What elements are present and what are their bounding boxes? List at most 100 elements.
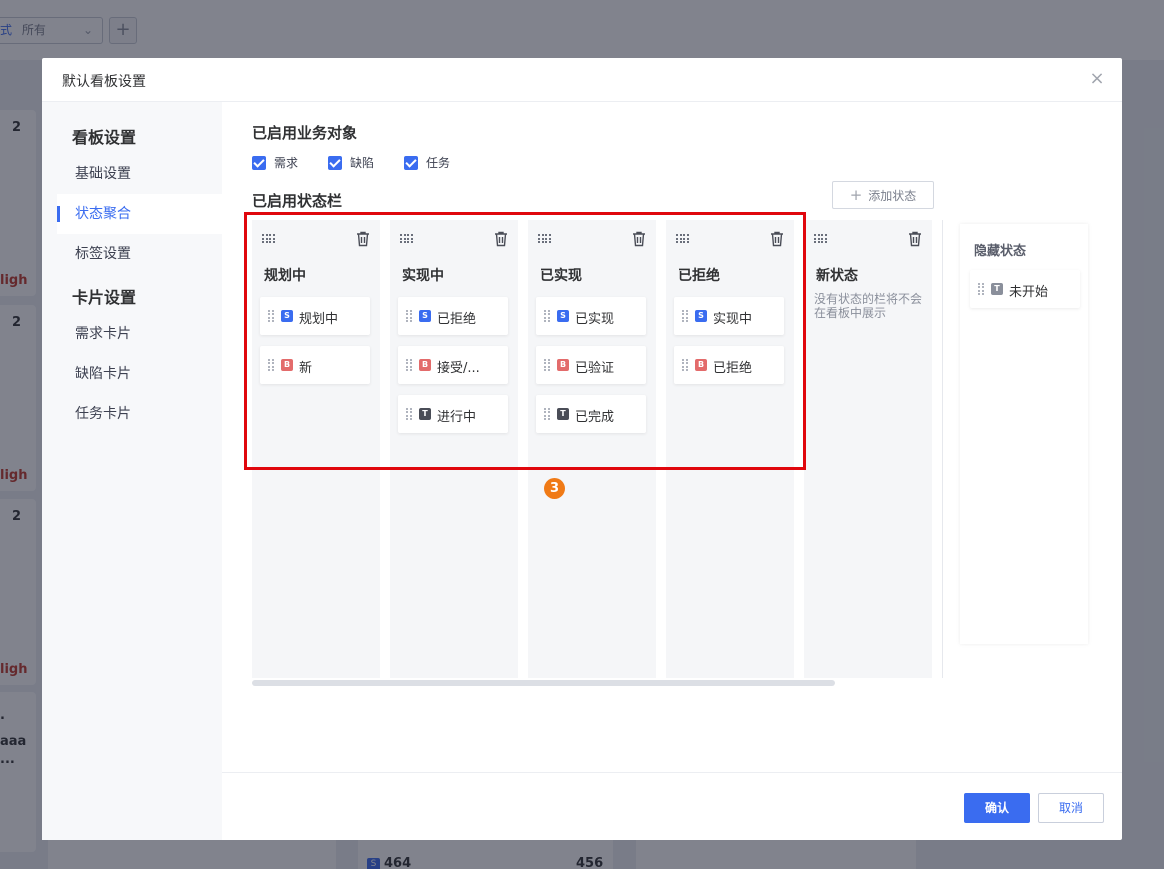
column-name: 规划中 [264, 268, 306, 284]
drag-handle-icon[interactable] [682, 310, 688, 323]
horizontal-scrollbar[interactable] [252, 680, 932, 686]
checkbox-checked-icon [404, 155, 419, 170]
column-header [666, 220, 794, 260]
status-chip[interactable]: S 实现中 [674, 297, 784, 335]
status-chip-label: 已实现 [575, 312, 615, 327]
trash-icon[interactable] [770, 231, 784, 247]
status-columns: 规划中 S 规划中 B 新实现中 S 已拒绝 B 接受/... T 进行中 已实现 S 已实现 B 已验证 T 已… [252, 220, 932, 678]
status-chip-label: 未开始 [1009, 285, 1049, 300]
scrollbar-thumb[interactable] [252, 680, 835, 686]
type-tag-icon: B [419, 359, 431, 371]
close-icon[interactable]: × [1088, 70, 1106, 88]
column-drag-icon[interactable] [814, 234, 828, 244]
enabled-objects-title: 已启用业务对象 [252, 124, 358, 142]
type-tag-icon: B [695, 359, 707, 371]
status-chip-label: 已完成 [575, 410, 615, 425]
trash-icon[interactable] [632, 231, 646, 247]
drag-handle-icon[interactable] [406, 408, 412, 421]
status-column: 新状态 没有状态的栏将不会在看板中展示 [804, 220, 932, 678]
trash-icon[interactable] [494, 231, 508, 247]
type-tag-icon: S [695, 310, 707, 322]
status-chip-label: 实现中 [713, 312, 753, 327]
status-chip-label: 已拒绝 [713, 361, 753, 376]
status-chip[interactable]: S 已拒绝 [398, 297, 508, 335]
type-tag-icon: T [991, 283, 1003, 295]
drag-handle-icon[interactable] [406, 310, 412, 323]
status-chip-label: 进行中 [437, 410, 477, 425]
sidebar-item-story-card[interactable]: 需求卡片 [57, 314, 222, 354]
sidebar-item-status-aggregation[interactable]: 状态聚合 [57, 194, 222, 234]
add-status-button[interactable]: + 添加状态 [832, 181, 934, 209]
drag-handle-icon[interactable] [544, 310, 550, 323]
status-chip[interactable]: T 未开始 [970, 270, 1080, 308]
type-tag-icon: S [281, 310, 293, 322]
checkbox-label: 需求 [274, 156, 299, 170]
column-name: 已实现 [540, 268, 582, 284]
settings-sidebar: 看板设置 基础设置 状态聚合 标签设置 卡片设置 需求卡片 缺陷卡片 任务卡片 [42, 102, 222, 840]
sidebar-group-board: 看板设置 [72, 128, 137, 147]
checkbox-story[interactable]: 需求 [252, 154, 298, 171]
column-drag-icon[interactable] [676, 234, 690, 244]
type-tag-icon: B [557, 359, 569, 371]
status-chip-label: 新 [299, 361, 313, 376]
confirm-button[interactable]: 确认 [964, 793, 1030, 823]
status-column: 实现中 S 已拒绝 B 接受/... T 进行中 [390, 220, 518, 678]
drag-handle-icon[interactable] [978, 283, 984, 296]
status-chip-label: 已拒绝 [437, 312, 477, 327]
enabled-columns-title: 已启用状态栏 [252, 192, 343, 210]
drag-handle-icon[interactable] [406, 359, 412, 372]
sidebar-item-basic[interactable]: 基础设置 [57, 154, 222, 194]
column-header [528, 220, 656, 260]
column-name: 新状态 [816, 268, 858, 284]
trash-icon[interactable] [356, 231, 370, 247]
drag-handle-icon[interactable] [544, 359, 550, 372]
type-tag-icon: B [281, 359, 293, 371]
status-chip[interactable]: S 已实现 [536, 297, 646, 335]
hidden-status-panel: 隐藏状态 T 未开始 [960, 224, 1088, 644]
column-name: 已拒绝 [678, 268, 720, 284]
trash-icon[interactable] [908, 231, 922, 247]
columns-divider [942, 220, 943, 678]
sidebar-item-task-card[interactable]: 任务卡片 [57, 394, 222, 434]
status-column: 规划中 S 规划中 B 新 [252, 220, 380, 678]
column-name: 实现中 [402, 268, 444, 284]
column-header [390, 220, 518, 260]
status-chip[interactable]: T 进行中 [398, 395, 508, 433]
drag-handle-icon[interactable] [544, 408, 550, 421]
sidebar-item-tags[interactable]: 标签设置 [57, 234, 222, 274]
status-chip[interactable]: T 已完成 [536, 395, 646, 433]
object-checkboxes: 需求 缺陷 任务 [252, 154, 480, 171]
step-number-badge: 3 [544, 478, 565, 499]
modal-footer: 确认 取消 [222, 772, 1122, 840]
sidebar-group-card: 卡片设置 [72, 288, 137, 307]
sidebar-item-bug-card[interactable]: 缺陷卡片 [57, 354, 222, 394]
column-drag-icon[interactable] [400, 234, 414, 244]
status-chip[interactable]: B新 [260, 346, 370, 384]
drag-handle-icon[interactable] [268, 359, 274, 372]
drag-handle-icon[interactable] [682, 359, 688, 372]
status-chip[interactable]: B 已拒绝 [674, 346, 784, 384]
type-tag-icon: T [419, 408, 431, 420]
type-tag-icon: S [557, 310, 569, 322]
drag-handle-icon[interactable] [268, 310, 274, 323]
checkbox-checked-icon [328, 155, 343, 170]
status-chip-label: 规划中 [299, 312, 339, 327]
column-header [252, 220, 380, 260]
status-chip[interactable]: S 规划中 [260, 297, 370, 335]
checkbox-label: 缺陷 [350, 156, 375, 170]
status-chip[interactable]: B 已验证 [536, 346, 646, 384]
hidden-status-title: 隐藏状态 [974, 244, 1027, 259]
column-drag-icon[interactable] [538, 234, 552, 244]
checkbox-checked-icon [252, 155, 266, 170]
checkbox-bug[interactable]: 缺陷 [328, 154, 374, 171]
checkbox-label: 任务 [426, 156, 451, 170]
checkbox-task[interactable]: 任务 [404, 154, 450, 171]
plus-icon: + [849, 186, 863, 204]
add-status-label: 添加状态 [868, 189, 917, 203]
column-drag-icon[interactable] [262, 234, 276, 244]
cancel-button[interactable]: 取消 [1038, 793, 1104, 823]
status-chip[interactable]: B 接受/... [398, 346, 508, 384]
status-chip-label: 接受/... [437, 361, 480, 376]
type-tag-icon: S [419, 310, 431, 322]
board-settings-modal: 默认看板设置 × 看板设置 基础设置 状态聚合 标签设置 卡片设置 需求卡片 缺… [42, 58, 1122, 840]
